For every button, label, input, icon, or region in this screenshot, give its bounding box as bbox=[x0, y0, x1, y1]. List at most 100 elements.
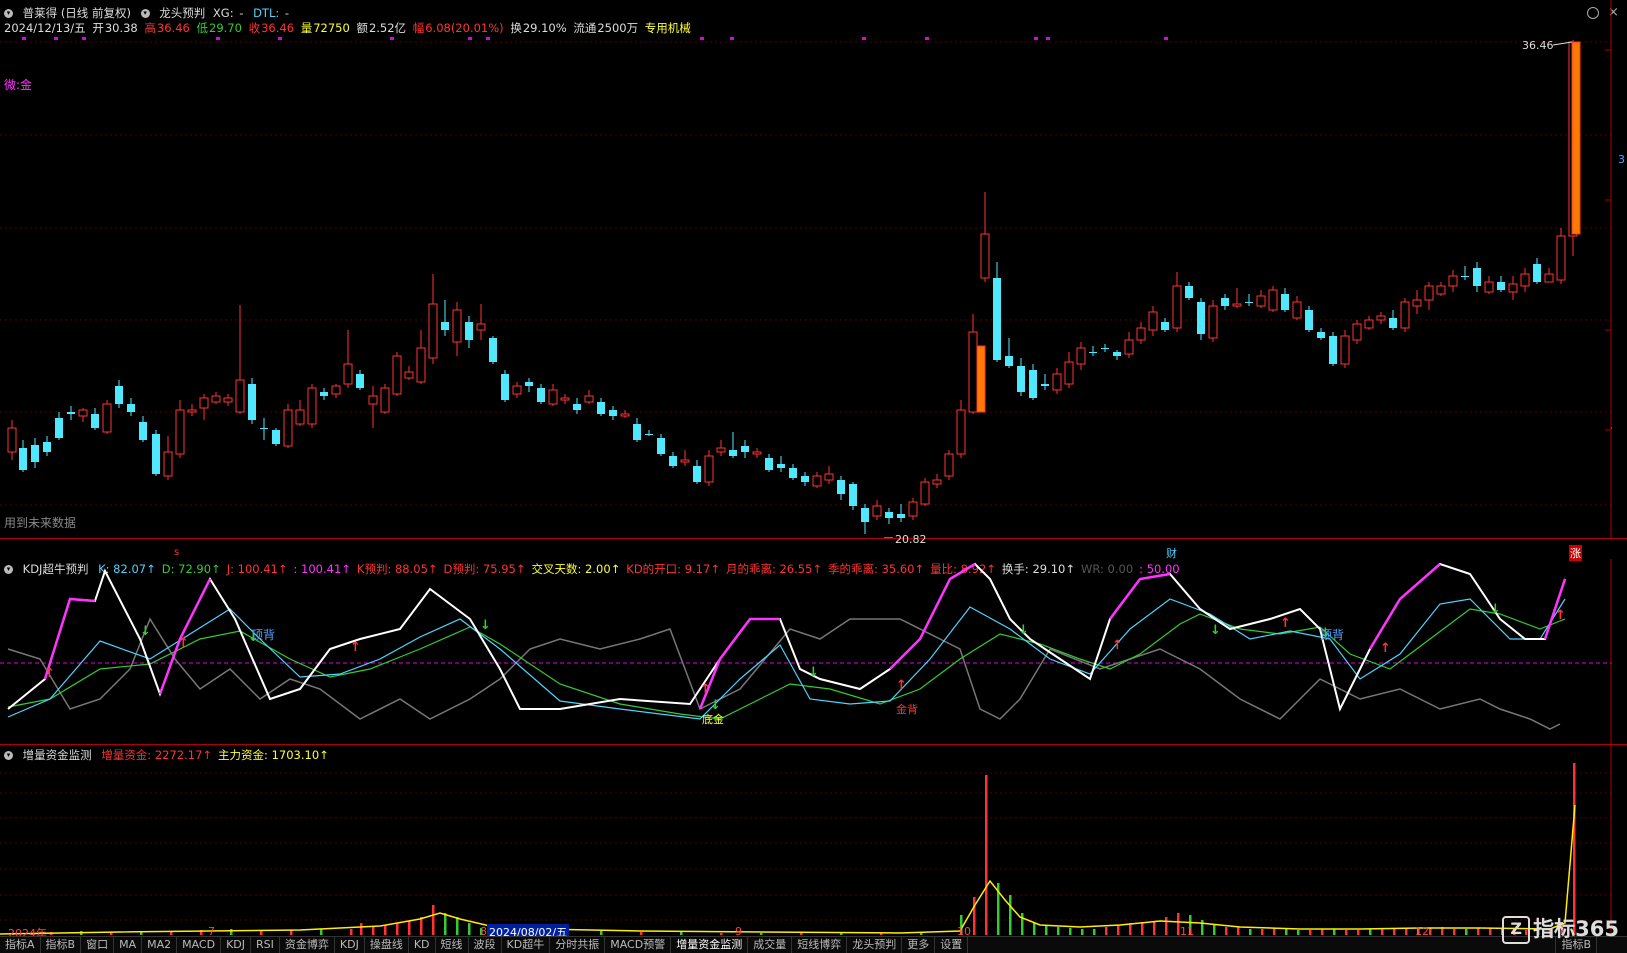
candle-body-111 bbox=[1340, 335, 1350, 365]
signal-dot-0 bbox=[22, 37, 26, 40]
kdj-signal-arrow-17: ↑ bbox=[1555, 608, 1566, 623]
tab-4[interactable]: MA2 bbox=[142, 937, 178, 953]
candle-body-60 bbox=[729, 450, 737, 456]
candle-body-99 bbox=[1197, 302, 1205, 334]
candle-body-31 bbox=[380, 387, 390, 413]
candle-body-3 bbox=[43, 442, 51, 452]
candle-body-46 bbox=[560, 397, 570, 401]
candle-body-77 bbox=[932, 479, 942, 485]
tab-1[interactable]: 指标B bbox=[41, 937, 82, 953]
candle-body-87 bbox=[1052, 373, 1062, 391]
candle-body-26 bbox=[320, 392, 328, 396]
candle-body-85 bbox=[1029, 370, 1037, 398]
tab-10[interactable]: 操盘线 bbox=[365, 937, 409, 953]
signal-dot-4 bbox=[278, 37, 282, 40]
tab-0[interactable]: 指标A bbox=[0, 937, 41, 953]
limit-up-candle-2 bbox=[1571, 41, 1581, 235]
candle-body-13 bbox=[163, 451, 173, 477]
candle-body-106 bbox=[1281, 294, 1289, 310]
candle-body-36 bbox=[441, 322, 449, 330]
candle-body-108 bbox=[1305, 310, 1313, 330]
candle-body-32 bbox=[392, 355, 402, 395]
candlestick-chart[interactable] bbox=[0, 0, 1612, 538]
tab-9[interactable]: KDJ bbox=[335, 937, 365, 953]
tab-5[interactable]: MACD bbox=[177, 937, 222, 953]
candle-body-1 bbox=[19, 448, 27, 470]
tab-11[interactable]: KD bbox=[409, 937, 436, 953]
kdj-signal-arrow-16: ↓ bbox=[1490, 602, 1501, 617]
candle-body-12 bbox=[152, 434, 160, 474]
bottom-gold-label: 底金 bbox=[702, 713, 724, 726]
tab-20[interactable]: 龙头预判 bbox=[847, 937, 903, 953]
candle-body-45 bbox=[548, 389, 558, 405]
watermark-logo: Z 指标365 bbox=[1502, 913, 1619, 944]
candle-body-104 bbox=[1256, 295, 1266, 307]
fund-panel[interactable]: ▾ 增量资金监测 增量资金: 2272.17↑ 主力资金: 1703.10↑ bbox=[0, 745, 1627, 936]
max-price-label: 36.46 bbox=[1522, 39, 1554, 52]
candle-body-19 bbox=[235, 379, 245, 413]
candle-body-15 bbox=[187, 409, 197, 413]
tab-18[interactable]: 成交量 bbox=[748, 937, 793, 953]
candle-body-76 bbox=[920, 481, 930, 505]
candle-body-68 bbox=[824, 473, 834, 481]
candle-body-91 bbox=[1101, 348, 1109, 349]
kdj-chart[interactable]: ↑↓↑ ↓↑↓↑↓↓↑↓↑↓ ↑↓↑↓ ↑ bbox=[0, 559, 1612, 744]
candle-body-61 bbox=[741, 446, 749, 452]
fund-chart[interactable] bbox=[0, 745, 1612, 936]
candle-body-119 bbox=[1436, 285, 1446, 295]
candle-body-28 bbox=[343, 363, 353, 385]
candle-body-66 bbox=[801, 476, 809, 482]
signal-dot-1 bbox=[54, 37, 58, 40]
candle-body-128 bbox=[1544, 273, 1554, 283]
tab-6[interactable]: KDJ bbox=[221, 937, 252, 953]
candle-body-30 bbox=[368, 395, 378, 405]
candle-body-96 bbox=[1161, 322, 1169, 330]
candle-body-116 bbox=[1400, 301, 1410, 329]
tab-3[interactable]: MA bbox=[114, 937, 143, 953]
tab-17[interactable]: 增量资金监测 bbox=[671, 937, 749, 953]
candle-body-11 bbox=[139, 422, 147, 440]
candle-body-64 bbox=[777, 464, 785, 468]
candle-body-58 bbox=[704, 455, 714, 483]
tab-21[interactable]: 更多 bbox=[902, 937, 936, 953]
candle-body-78 bbox=[944, 453, 954, 477]
candle-body-70 bbox=[849, 484, 857, 506]
candle-body-7 bbox=[91, 414, 99, 428]
watermark-icon: Z bbox=[1502, 916, 1531, 944]
fund-bar-88 bbox=[1573, 763, 1576, 935]
candle-body-94 bbox=[1136, 327, 1146, 341]
tab-13[interactable]: 波段 bbox=[469, 937, 502, 953]
signal-dot-9 bbox=[730, 37, 734, 40]
candle-body-44 bbox=[537, 388, 545, 402]
candle-body-10 bbox=[127, 404, 135, 412]
candle-body-17 bbox=[211, 395, 221, 403]
kdj-signal-arrow-2: ↑ bbox=[178, 636, 189, 651]
tab-2[interactable]: 窗口 bbox=[81, 937, 115, 953]
candle-body-129 bbox=[1556, 235, 1566, 281]
kdj-panel[interactable]: ▾ KDJ超牛预判 K: 82.07↑ D: 72.90↑ J: 100.41↑: … bbox=[0, 559, 1627, 745]
candle-body-92 bbox=[1113, 352, 1121, 356]
tab-19[interactable]: 短线博弈 bbox=[792, 937, 848, 953]
candle-body-71 bbox=[861, 508, 869, 522]
candle-body-56 bbox=[680, 459, 690, 463]
indicator-tab-bar[interactable]: 指标A 指标B 窗口 MA MA2 MACD KDJ RSI 资金博弈 KDJ 操盘线 KD 短线 波段 K… bbox=[0, 936, 1627, 953]
kdj-signal-arrow-11: ↑ bbox=[1112, 638, 1123, 653]
candle-body-43 bbox=[525, 382, 533, 386]
candle-body-4 bbox=[55, 418, 63, 438]
candle-body-114 bbox=[1376, 315, 1386, 321]
tab-12[interactable]: 短线 bbox=[436, 937, 469, 953]
candle-body-42 bbox=[512, 385, 522, 395]
candle-body-62 bbox=[752, 451, 762, 455]
candle-body-72 bbox=[872, 505, 882, 517]
tab-7[interactable]: RSI bbox=[251, 937, 280, 953]
tab-8[interactable]: 资金博弈 bbox=[280, 937, 335, 953]
tab-15[interactable]: 分时共振 bbox=[550, 937, 606, 953]
candle-body-83 bbox=[1005, 356, 1013, 366]
kdj-j-rising-6 bbox=[1368, 563, 1441, 650]
tab-14[interactable]: KD超牛 bbox=[502, 937, 551, 953]
price-panel[interactable]: ▾ 普莱得 (日线 前复权) ▾ 龙头预判 XG: - DTL: - 2024/… bbox=[0, 0, 1627, 561]
tab-22[interactable]: 设置 bbox=[935, 937, 969, 953]
candle-body-53 bbox=[645, 434, 653, 435]
tab-16[interactable]: MACD预警 bbox=[605, 937, 672, 953]
price-right-axis-mark: 3 bbox=[1618, 153, 1625, 166]
